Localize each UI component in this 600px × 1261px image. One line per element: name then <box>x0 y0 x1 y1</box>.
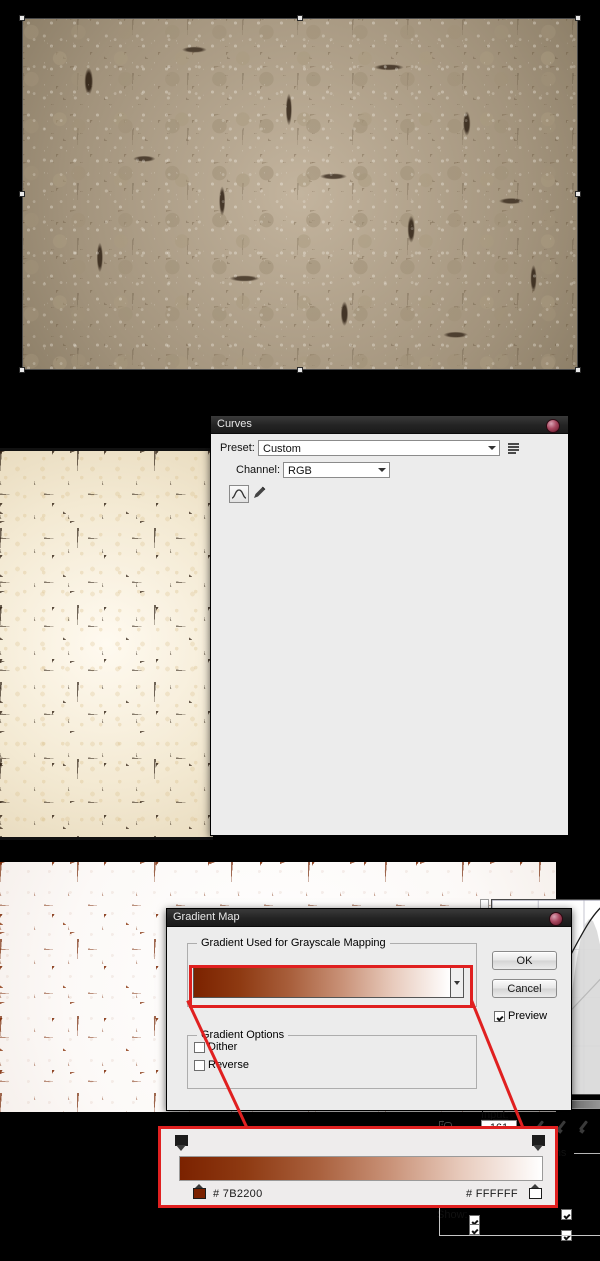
channel-value: RGB <box>288 465 312 477</box>
gradient-map-preview-box-icon <box>494 1010 505 1022</box>
color-stop-end[interactable] <box>529 1184 542 1200</box>
color-stop-start[interactable] <box>193 1184 206 1200</box>
handle-bottom-center[interactable] <box>297 367 303 373</box>
gradient-detail-bar[interactable] <box>179 1156 543 1181</box>
start-hex-label: # 7B2200 <box>213 1188 263 1200</box>
dither-box-icon <box>194 1041 205 1053</box>
color-stop-start-swatch <box>193 1188 206 1199</box>
handle-mid-left[interactable] <box>19 191 25 197</box>
gradient-stop-start-top[interactable] <box>175 1135 188 1152</box>
pencil-tool-button[interactable] <box>252 485 268 503</box>
curves-body: Preset: Custom Channel: RGB Input: ↕ Pig… <box>211 434 600 1247</box>
gradient-map-title-text: Gradient Map <box>173 911 240 923</box>
preset-label: Preset: <box>220 442 255 454</box>
cracked-earth-brightened <box>0 448 213 840</box>
dither-checkbox[interactable]: Dither <box>194 1041 237 1053</box>
preset-value: Custom <box>263 443 301 455</box>
eyedropper-white-icon[interactable] <box>577 1119 590 1134</box>
gradient-map-preview-label: Preview <box>508 1010 548 1022</box>
curve-tool-button[interactable] <box>229 485 249 503</box>
gradient-stop-end-tip-icon <box>533 1145 543 1151</box>
handle-bottom-right[interactable] <box>575 367 581 373</box>
chevron-down-icon <box>378 468 386 472</box>
gradient-options-group-title: Gradient Options <box>197 1029 289 1041</box>
gradient-stop-end-top[interactable] <box>532 1135 545 1152</box>
preset-combo[interactable]: Custom <box>258 440 500 456</box>
gradient-map-cancel-label: Cancel <box>507 983 542 995</box>
gradient-detail-panel: # 7B2200 # FFFFFF <box>158 1126 558 1208</box>
chevron-down-icon <box>454 981 460 985</box>
gradient-dropdown-arrow-button[interactable] <box>451 967 464 998</box>
transform-selection-border <box>22 18 578 370</box>
gradient-used-group-title: Gradient Used for Grayscale Mapping <box>197 937 390 949</box>
texture-brightened <box>0 451 213 837</box>
gradient-map-window-badge-icon[interactable] <box>549 912 563 926</box>
curves-title-text: Curves <box>217 418 252 430</box>
gradient-map-ok-button[interactable]: OK <box>492 951 557 970</box>
gradient-map-preview-checkbox[interactable]: Preview <box>494 1010 547 1022</box>
section-divider <box>574 1153 600 1154</box>
handle-bottom-left[interactable] <box>19 367 25 373</box>
curves-window-badge-icon[interactable] <box>546 419 560 433</box>
screenshot-stage: Curves Preset: Custom Channel: RGB Input… <box>0 0 600 1261</box>
channel-label: Channel: <box>236 464 281 476</box>
handle-top-right[interactable] <box>575 15 581 21</box>
preset-menu-icon[interactable] <box>508 442 521 455</box>
gradient-map-ok-label: OK <box>516 955 533 967</box>
curves-dialog: Curves Preset: Custom Channel: RGB Input… <box>210 415 600 1247</box>
end-hex-label: # FFFFFF <box>466 1188 518 1200</box>
handle-top-center[interactable] <box>297 15 303 21</box>
gradient-preview-swatch[interactable] <box>193 967 451 998</box>
channel-combo[interactable]: RGB <box>283 462 390 478</box>
chevron-down-icon <box>488 446 496 450</box>
gradient-stop-start-tip-icon <box>176 1145 186 1151</box>
handle-top-left[interactable] <box>19 15 25 21</box>
gradient-map-cancel-button[interactable]: Cancel <box>492 979 557 998</box>
curves-title-bar[interactable]: Curves <box>211 416 568 434</box>
color-stop-end-swatch <box>529 1188 542 1199</box>
handle-mid-right[interactable] <box>575 191 581 197</box>
gradient-map-title-bar[interactable]: Gradient Map <box>167 909 571 927</box>
reverse-box-icon <box>194 1059 205 1071</box>
